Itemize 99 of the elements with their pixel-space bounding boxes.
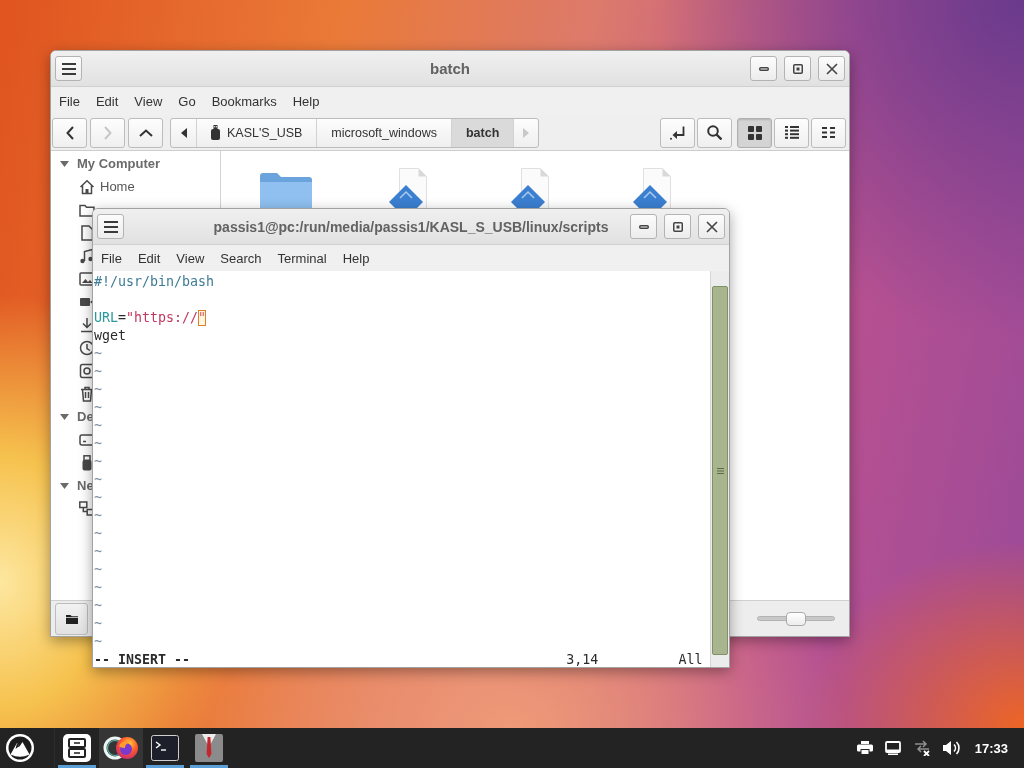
menu-item[interactable]: Terminal bbox=[269, 250, 335, 266]
scrollbar[interactable] bbox=[710, 271, 729, 667]
clock[interactable]: 17:33 bbox=[974, 740, 1008, 756]
code-line: #!/usr/bin/bash bbox=[94, 273, 215, 291]
menu-item[interactable]: Go bbox=[170, 93, 204, 109]
empty-line-tilde: ~ bbox=[94, 346, 102, 361]
grid-icon bbox=[747, 125, 762, 140]
window-title: batch bbox=[430, 60, 470, 77]
maximize-icon bbox=[792, 63, 803, 74]
menu-item[interactable]: Help bbox=[334, 250, 378, 266]
empty-line-tilde: ~ bbox=[94, 454, 102, 469]
home-icon bbox=[79, 178, 95, 195]
search-button[interactable] bbox=[697, 117, 732, 148]
empty-line-tilde: ~ bbox=[94, 364, 102, 379]
mountain-icon bbox=[6, 734, 34, 762]
minimize-icon bbox=[638, 224, 649, 229]
breadcrumb-item[interactable]: microsoft_windows bbox=[316, 118, 451, 147]
sidebar-toggle-button[interactable] bbox=[55, 602, 88, 635]
usb-stick-icon bbox=[211, 125, 220, 140]
empty-line-tilde: ~ bbox=[94, 400, 102, 415]
menu-icon bbox=[103, 220, 118, 233]
scroll-position: All bbox=[678, 651, 703, 667]
printer-icon[interactable] bbox=[856, 741, 873, 755]
chevron-left-icon bbox=[65, 125, 74, 140]
icon-view-button[interactable] bbox=[737, 117, 772, 148]
scrollbar-thumb[interactable] bbox=[712, 286, 728, 655]
minimize-button[interactable] bbox=[630, 214, 657, 239]
empty-line-tilde: ~ bbox=[94, 526, 102, 541]
trash-icon bbox=[79, 385, 95, 402]
menu-item[interactable]: File bbox=[51, 93, 88, 109]
location-toggle-button[interactable] bbox=[660, 117, 695, 148]
download-icon bbox=[79, 316, 95, 333]
volume-icon[interactable] bbox=[942, 740, 961, 756]
breadcrumb-item[interactable]: KASL'S_USB bbox=[196, 118, 317, 147]
empty-line-tilde: ~ bbox=[94, 562, 102, 577]
code-line: URL="https://" bbox=[94, 309, 207, 327]
file-cabinet-icon bbox=[63, 734, 91, 762]
search-icon bbox=[707, 125, 722, 140]
triangle-left-icon bbox=[180, 127, 187, 138]
triangle-right-icon bbox=[523, 127, 530, 138]
empty-line-tilde: ~ bbox=[94, 508, 102, 523]
menu-button[interactable] bbox=[97, 214, 124, 239]
back-button[interactable] bbox=[52, 117, 87, 148]
document-icon bbox=[79, 224, 95, 241]
empty-line-tilde: ~ bbox=[94, 382, 102, 397]
list-icon bbox=[784, 126, 799, 139]
code-line: wget bbox=[94, 327, 127, 345]
menu-item[interactable]: Search bbox=[212, 250, 270, 266]
empty-line-tilde: ~ bbox=[94, 490, 102, 505]
folder-icon bbox=[65, 613, 78, 624]
maximize-icon bbox=[672, 221, 683, 232]
display-icon[interactable] bbox=[884, 741, 901, 755]
taskbar-button[interactable] bbox=[99, 728, 143, 768]
menu-button[interactable] bbox=[55, 56, 82, 81]
window-title: passis1@pc:/run/media/passis1/KASL_S_USB/linux/scripts bbox=[213, 218, 609, 235]
zoom-slider[interactable] bbox=[757, 611, 835, 626]
chevron-up-icon bbox=[138, 128, 153, 137]
network-disconnected-icon[interactable] bbox=[912, 740, 931, 756]
close-button[interactable] bbox=[818, 56, 845, 81]
up-button[interactable] bbox=[128, 117, 163, 148]
flame-globe-icon bbox=[115, 736, 139, 760]
terminal-icon bbox=[151, 735, 179, 761]
suit-icon bbox=[195, 734, 223, 762]
sidebar-item[interactable]: Home bbox=[79, 178, 135, 195]
menu-item[interactable]: View bbox=[126, 93, 171, 109]
maximize-button[interactable] bbox=[784, 56, 811, 81]
slider-thumb[interactable] bbox=[786, 611, 806, 626]
close-button[interactable] bbox=[698, 214, 725, 239]
empty-line-tilde: ~ bbox=[94, 544, 102, 559]
minimize-button[interactable] bbox=[750, 56, 777, 81]
list-view-button[interactable] bbox=[774, 117, 809, 148]
empty-line-tilde: ~ bbox=[94, 436, 102, 451]
close-icon bbox=[705, 220, 718, 233]
menu-icon bbox=[61, 62, 76, 75]
empty-line-tilde: ~ bbox=[94, 598, 102, 613]
menu-item[interactable]: Help bbox=[284, 93, 328, 109]
close-icon bbox=[825, 62, 838, 75]
clock-icon bbox=[79, 339, 95, 356]
return-arrow-icon bbox=[669, 125, 686, 140]
menu-item[interactable]: Edit bbox=[87, 93, 127, 109]
menu-item[interactable]: File bbox=[93, 250, 130, 266]
menu-item[interactable]: Edit bbox=[129, 250, 169, 266]
empty-line-tilde: ~ bbox=[94, 472, 102, 487]
breadcrumb-item[interactable]: batch bbox=[450, 118, 514, 147]
compact-list-icon bbox=[822, 127, 835, 138]
menu-item[interactable]: View bbox=[168, 250, 213, 266]
maximize-button[interactable] bbox=[664, 214, 691, 239]
empty-line-tilde: ~ bbox=[94, 418, 102, 433]
chevron-right-icon bbox=[103, 125, 112, 140]
menu-item[interactable]: Bookmarks bbox=[203, 93, 285, 109]
cursor-position: 3,14 bbox=[566, 651, 599, 667]
compact-view-button[interactable] bbox=[811, 117, 846, 148]
empty-line-tilde: ~ bbox=[94, 580, 102, 595]
minimize-icon bbox=[758, 66, 769, 71]
section-header[interactable]: My Computer bbox=[77, 156, 161, 171]
empty-line-tilde: ~ bbox=[94, 616, 102, 631]
folder-icon bbox=[260, 172, 312, 208]
mode-indicator: -- INSERT -- bbox=[94, 651, 191, 667]
empty-line-tilde: ~ bbox=[94, 634, 102, 649]
